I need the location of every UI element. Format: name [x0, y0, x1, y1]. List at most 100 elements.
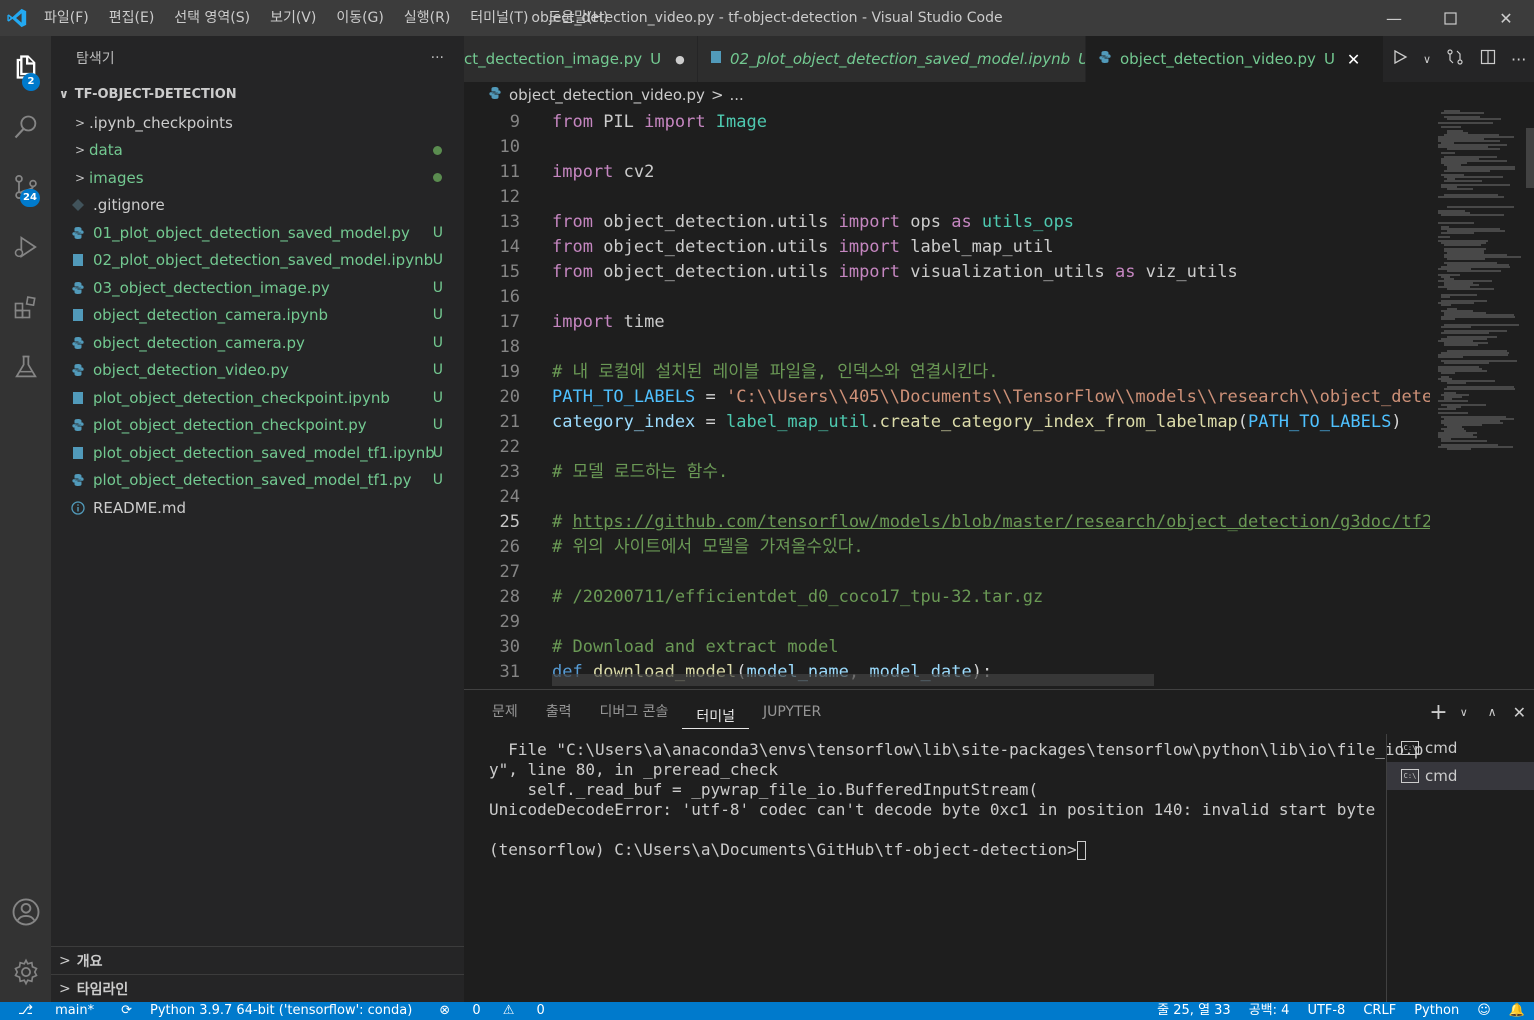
explorer-icon[interactable]: 2: [0, 43, 51, 91]
tab-label: ct_dectection_image.py: [464, 50, 643, 68]
file-tf1-ipynb[interactable]: plot_object_detection_saved_model_tf1.ip…: [51, 439, 464, 467]
code-editor[interactable]: 9 from PIL import Image 10 11 import cv2 1…: [464, 108, 1534, 688]
terminal-instance-label: cmd: [1425, 739, 1458, 757]
tab-02-notebook[interactable]: 02_plot_object_detection_saved_model.ipy…: [698, 36, 1086, 82]
tree-item-label: object_detection_video.py: [93, 361, 289, 380]
compare-changes-icon[interactable]: [1446, 48, 1464, 70]
close-panel-icon[interactable]: ✕: [1513, 703, 1526, 722]
workspace-root[interactable]: ∨ TF-OBJECT-DETECTION: [51, 80, 464, 108]
language-mode[interactable]: Python: [1405, 1002, 1468, 1020]
testing-flask-icon[interactable]: [0, 343, 51, 391]
file-03-image-py[interactable]: 03_object_dectection_image.py U: [51, 274, 464, 302]
extensions-icon[interactable]: [0, 283, 51, 331]
run-file-icon[interactable]: [1392, 49, 1408, 69]
folder-ipynb-checkpoints[interactable]: > .ipynb_checkpoints: [51, 109, 464, 137]
minimap-line: [1444, 180, 1482, 182]
problems-count[interactable]: ⊗ 0 ⚠ 0: [421, 1002, 563, 1020]
code-line: 10: [499, 137, 520, 157]
menu-run[interactable]: 실행(R): [394, 0, 460, 36]
timeline-section[interactable]: > 타임라인: [51, 974, 464, 1002]
file-camera-ipynb[interactable]: object_detection_camera.ipynb U: [51, 302, 464, 330]
terminal-line: File "C:\Users\a\anaconda3\envs\tensorfl…: [489, 740, 1424, 759]
breadcrumb-symbol[interactable]: ...: [730, 86, 744, 104]
close-window-icon[interactable]: ✕: [1478, 0, 1534, 36]
search-icon[interactable]: [0, 103, 51, 151]
file-checkpoint-py[interactable]: plot_object_detection_checkpoint.py U: [51, 412, 464, 440]
tab-debug-console[interactable]: 디버그 콘솔: [586, 690, 683, 734]
menu-file[interactable]: 파일(F): [34, 0, 99, 36]
menu-go[interactable]: 이동(G): [326, 0, 394, 36]
notebook-file-icon: [71, 391, 85, 405]
file-encoding[interactable]: UTF-8: [1298, 1002, 1354, 1020]
file-readme[interactable]: README.md: [51, 494, 464, 522]
maximize-icon[interactable]: [1422, 0, 1478, 36]
terminal-output[interactable]: File "C:\Users\a\anaconda3\envs\tensorfl…: [489, 740, 1424, 860]
file-camera-py[interactable]: object_detection_camera.py U: [51, 329, 464, 357]
file-checkpoint-ipynb[interactable]: plot_object_detection_checkpoint.ipynb U: [51, 384, 464, 412]
file-gitignore[interactable]: .gitignore: [51, 192, 464, 220]
title-bar: 파일(F) 편집(E) 선택 영역(S) 보기(V) 이동(G) 실행(R) 터…: [0, 0, 1534, 36]
notebook-file-icon: [710, 50, 722, 68]
split-editor-icon[interactable]: [1480, 49, 1496, 69]
minimize-icon[interactable]: —: [1366, 0, 1422, 36]
new-terminal-icon[interactable]: +: [1429, 700, 1447, 725]
vertical-scrollbar[interactable]: [1526, 128, 1534, 188]
unsaved-dot-icon[interactable]: ●: [675, 53, 685, 66]
end-of-line[interactable]: CRLF: [1354, 1002, 1405, 1020]
tab-problems[interactable]: 문제: [478, 690, 532, 734]
menu-selection[interactable]: 선택 영역(S): [164, 0, 260, 36]
tree-item-label: .gitignore: [93, 196, 165, 215]
file-tf1-py[interactable]: plot_object_detection_saved_model_tf1.py…: [51, 467, 464, 495]
indentation[interactable]: 공백: 4: [1240, 1002, 1299, 1020]
folder-data[interactable]: > data: [51, 137, 464, 165]
account-icon[interactable]: [0, 888, 51, 936]
chevron-down-icon[interactable]: ∨: [1460, 706, 1468, 719]
settings-gear-icon[interactable]: [0, 948, 51, 996]
maximize-panel-icon[interactable]: ∧: [1488, 705, 1497, 719]
source-control-icon[interactable]: 24: [0, 163, 51, 211]
menu-terminal[interactable]: 터미널(T): [460, 0, 538, 36]
code-line: 13 from object_detection.utils import ops…: [499, 212, 1075, 232]
menu-help[interactable]: 도움말(H): [538, 0, 618, 36]
notebook-file-icon: [71, 253, 85, 267]
tab-terminal[interactable]: 터미널: [682, 695, 750, 729]
error-icon: ⊗: [439, 1003, 455, 1018]
minimap-line: [1438, 122, 1493, 124]
close-tab-icon[interactable]: ✕: [1347, 50, 1360, 69]
tree-item-label: plot_object_detection_checkpoint.py: [93, 416, 367, 435]
tab-03-image[interactable]: ct_dectection_image.py U ●: [464, 36, 698, 82]
outline-section[interactable]: > 개요: [51, 946, 464, 974]
terminal-instance-selected[interactable]: C:\ cmd: [1387, 762, 1534, 790]
code-line: 17 import time: [499, 312, 665, 332]
terminal-instance[interactable]: C:\ cmd: [1387, 734, 1534, 762]
untracked-status: U: [650, 50, 662, 68]
breadcrumb-file[interactable]: object_detection_video.py: [509, 86, 705, 104]
sync-icon[interactable]: ⟳: [112, 1002, 141, 1020]
more-actions-icon[interactable]: ···: [1511, 50, 1526, 69]
tab-jupyter[interactable]: JUPYTER: [749, 690, 835, 734]
file-01-plot-py[interactable]: 01_plot_object_detection_saved_model.py …: [51, 219, 464, 247]
notifications-bell-icon[interactable]: 🔔: [1500, 1002, 1534, 1020]
terminal-icon: C:\: [1401, 741, 1419, 755]
tab-video-py[interactable]: object_detection_video.py U ✕: [1086, 36, 1384, 82]
run-debug-icon[interactable]: [0, 223, 51, 271]
breadcrumb-separator: >: [710, 86, 724, 104]
cursor-position[interactable]: 줄 25, 열 33: [1148, 1002, 1240, 1020]
folder-images[interactable]: > images: [51, 164, 464, 192]
menu-view[interactable]: 보기(V): [260, 0, 326, 36]
horizontal-scrollbar[interactable]: [552, 674, 1154, 686]
chevron-down-icon: ∨: [59, 87, 69, 101]
chevron-down-icon[interactable]: ∨: [1423, 53, 1431, 66]
info-icon: [71, 501, 85, 515]
menu-edit[interactable]: 편집(E): [99, 0, 165, 36]
more-actions-icon[interactable]: ···: [431, 50, 444, 66]
python-interpreter[interactable]: Python 3.9.7 64-bit ('tensorflow': conda…: [141, 1002, 421, 1020]
feedback-icon[interactable]: ☺: [1468, 1002, 1500, 1020]
minimap[interactable]: [1430, 108, 1526, 688]
file-video-py[interactable]: object_detection_video.py U: [51, 357, 464, 385]
file-02-plot-ipynb[interactable]: 02_plot_object_detection_saved_model.ipy…: [51, 247, 464, 275]
minimap-line: [1447, 188, 1473, 190]
editor-tabs: ct_dectection_image.py U ● 02_plot_objec…: [464, 36, 1534, 82]
tab-output[interactable]: 출력: [532, 690, 586, 734]
git-branch[interactable]: ⎇ main*: [0, 1002, 112, 1020]
